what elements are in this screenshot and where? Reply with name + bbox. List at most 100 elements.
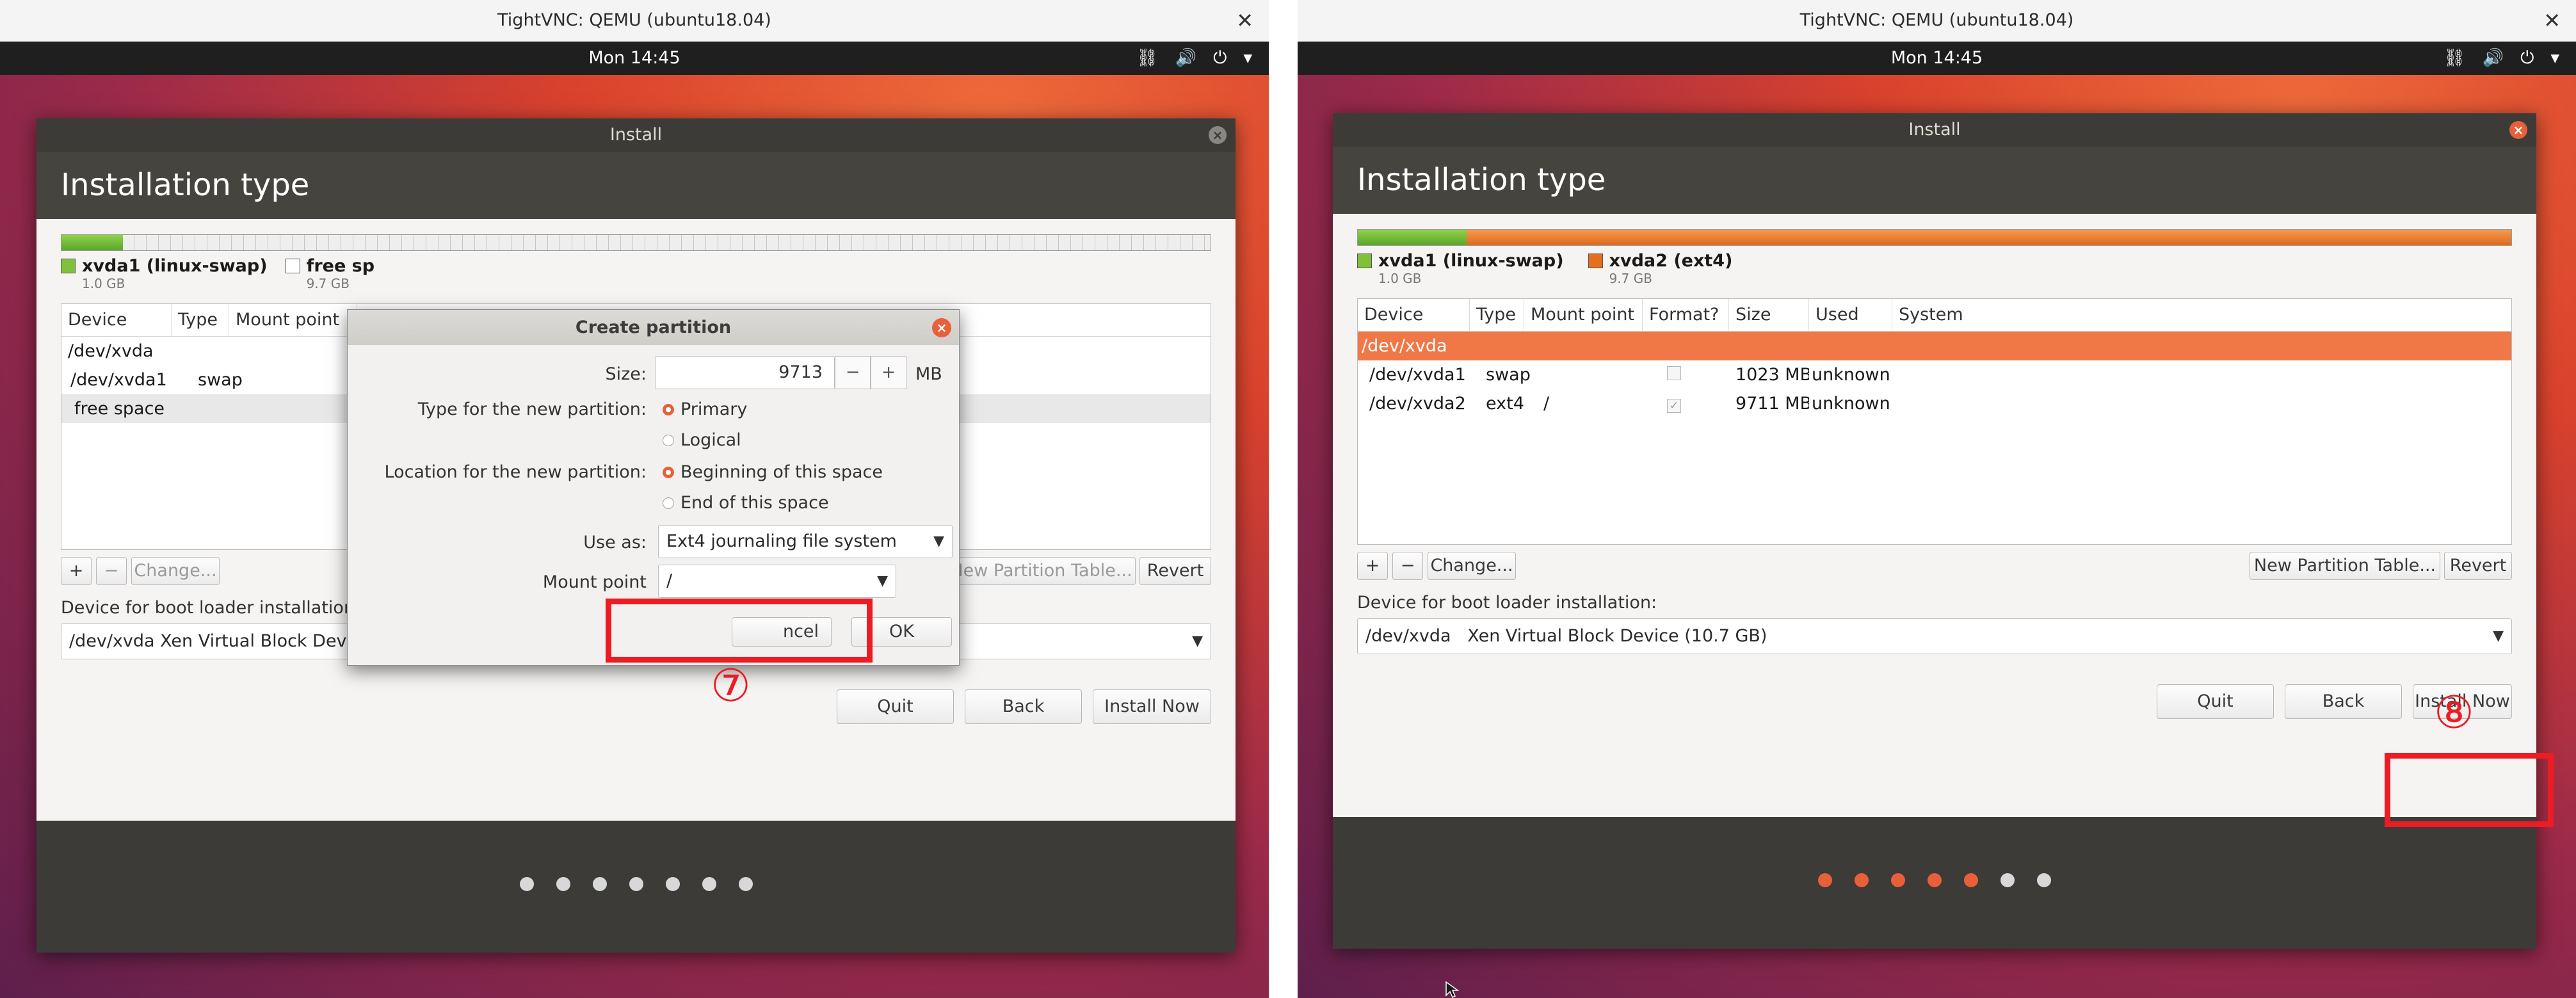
cell-size: 1023 MB [1735, 365, 1809, 385]
annotation-step-7: ⑦ [711, 659, 751, 712]
location-beginning-radio[interactable]: Beginning of this space [663, 462, 883, 482]
change-partition-button[interactable]: Change... [1428, 552, 1516, 580]
column-system[interactable]: System [1892, 299, 2511, 331]
change-partition-button[interactable]: Change... [131, 557, 220, 585]
progress-dot [1964, 873, 1978, 887]
type-logical-radio[interactable]: Logical [663, 430, 741, 450]
swatch-free [285, 259, 300, 273]
system-tray[interactable]: ⛓ 🔊 ⏻ ▾ [1136, 42, 1252, 75]
boot-loader-select[interactable]: /dev/xvda Xen Virtual Block Device (10.7… [1357, 618, 2512, 654]
column-mount-point[interactable]: Mount point [229, 304, 357, 336]
size-decrement-button[interactable]: − [835, 356, 871, 389]
window-close-icon[interactable]: × [2509, 121, 2527, 139]
network-icon[interactable]: ⛓ [2443, 42, 2465, 75]
legend-size: 1.0 GB [82, 276, 125, 291]
size-increment-button[interactable]: + [871, 356, 906, 389]
column-type[interactable]: Type [172, 304, 229, 336]
table-row[interactable]: /dev/xvda [1358, 332, 2511, 360]
revert-button[interactable]: Revert [2444, 552, 2512, 580]
power-icon[interactable]: ⏻ [2520, 42, 2534, 75]
size-input[interactable]: 9713 [655, 356, 835, 389]
partition-bar [1357, 229, 2512, 246]
dropdown-arrow-icon: ▼ [1192, 633, 1203, 649]
cell-device: /dev/xvda1 [1369, 365, 1466, 385]
revert-button[interactable]: Revert [1139, 557, 1211, 585]
cell-device: free space [74, 399, 165, 419]
vnc-close-icon[interactable]: ✕ [1236, 0, 1253, 41]
window-titlebar: Install × [1333, 113, 2536, 147]
progress-dot [556, 877, 570, 891]
window-title: Install [609, 125, 663, 145]
network-icon[interactable]: ⛓ [1136, 42, 1158, 75]
quit-button[interactable]: Quit [2157, 684, 2274, 719]
annotation-highlight-install-now [2385, 753, 2554, 827]
boot-loader-label: Device for boot loader installation: [1357, 593, 1657, 613]
installer-window: Install × Installation type xvda1 (linux… [36, 118, 1236, 953]
format-checkbox[interactable] [1667, 366, 1681, 380]
progress-dot [592, 877, 607, 891]
vnc-titlebar: TightVNC: QEMU (ubuntu18.04) ✕ [1298, 0, 2576, 42]
system-tray[interactable]: ⛓ 🔊 ⏻ ▾ [2443, 42, 2559, 75]
remove-partition-button[interactable]: − [1392, 552, 1423, 580]
radio-label: Primary [680, 399, 748, 419]
volume-icon[interactable]: 🔊 [2482, 42, 2504, 75]
legend-item: free sp 9.7 GB [285, 256, 375, 291]
legend-item: xvda1 (linux-swap) 1.0 GB [1357, 251, 1564, 286]
chevron-down-icon[interactable]: ▾ [2550, 42, 2559, 75]
add-partition-button[interactable]: + [61, 557, 92, 585]
column-used[interactable]: Used [1809, 299, 1892, 331]
remove-partition-button[interactable]: − [96, 557, 127, 585]
quit-button[interactable]: Quit [837, 689, 954, 724]
column-size[interactable]: Size [1729, 299, 1809, 331]
format-checkbox[interactable]: ✓ [1667, 399, 1681, 413]
radio-icon [663, 497, 674, 509]
use-as-select[interactable]: Ext4 journaling file system ▼ [658, 525, 953, 558]
window-titlebar: Install × [36, 118, 1236, 152]
cell-size: 9711 MB [1735, 394, 1809, 414]
mount-point-select[interactable]: / ▼ [658, 565, 896, 598]
table-row[interactable]: /dev/xvda1 swap 1023 MB unknown [1358, 360, 2511, 389]
type-primary-radio[interactable]: Primary [663, 399, 747, 419]
window-close-icon[interactable]: × [1209, 126, 1227, 144]
install-now-button[interactable]: Install Now [1093, 689, 1211, 724]
cell-type: swap [198, 370, 243, 390]
use-as-value: Ext4 journaling file system [666, 531, 897, 551]
power-icon[interactable]: ⏻ [1213, 42, 1227, 75]
cell-device: /dev/xvda1 [70, 370, 167, 390]
mount-point-label: Mount point [542, 572, 647, 592]
dialog-close-icon[interactable]: × [932, 318, 951, 337]
radio-icon [663, 466, 674, 478]
chevron-down-icon[interactable]: ▾ [1243, 42, 1252, 75]
vnc-title: TightVNC: QEMU (ubuntu18.04) [1799, 10, 2074, 30]
add-partition-button[interactable]: + [1357, 552, 1388, 580]
column-mount-point[interactable]: Mount point [1524, 299, 1643, 331]
back-button[interactable]: Back [2285, 684, 2402, 719]
new-partition-table-button[interactable]: New Partition Table... [2250, 552, 2440, 580]
annotation-step-8: ⑧ [2434, 686, 2474, 739]
column-type[interactable]: Type [1470, 299, 1524, 331]
clock[interactable]: Mon 14:45 [588, 48, 680, 68]
progress-dot [1818, 873, 1832, 887]
radio-label: Logical [680, 430, 741, 450]
screenshot-left: TightVNC: QEMU (ubuntu18.04) ✕ Mon 14:45… [0, 0, 1269, 998]
clock[interactable]: Mon 14:45 [1891, 48, 1983, 68]
location-end-radio[interactable]: End of this space [663, 493, 829, 513]
volume-icon[interactable]: 🔊 [1175, 42, 1196, 75]
partition-table[interactable]: Device Type Mount point Format? Size Use… [1357, 298, 2512, 545]
column-device[interactable]: Device [1358, 299, 1470, 331]
column-format[interactable]: Format? [1643, 299, 1729, 331]
table-row[interactable]: /dev/xvda2 ext4 / ✓ 9711 MB unknown [1358, 389, 2511, 418]
legend-name: free sp [306, 256, 375, 276]
radio-icon [663, 403, 674, 415]
new-partition-table-button[interactable]: New Partition Table... [947, 557, 1136, 585]
progress-dot [629, 877, 643, 891]
type-label: Type for the new partition: [417, 399, 647, 419]
table-header: Device Type Mount point Format? Size Use… [1358, 299, 2511, 332]
back-button[interactable]: Back [965, 689, 1082, 724]
vnc-close-icon[interactable]: ✕ [2543, 0, 2561, 41]
cell-type: ext4 [1486, 394, 1524, 414]
legend-name: xvda1 (linux-swap) [1378, 251, 1564, 271]
cell-type: swap [1486, 365, 1531, 385]
column-device[interactable]: Device [61, 304, 172, 336]
installer-body: xvda1 (linux-swap) 1.0 GB xvda2 (ext4) 9… [1333, 214, 2536, 816]
